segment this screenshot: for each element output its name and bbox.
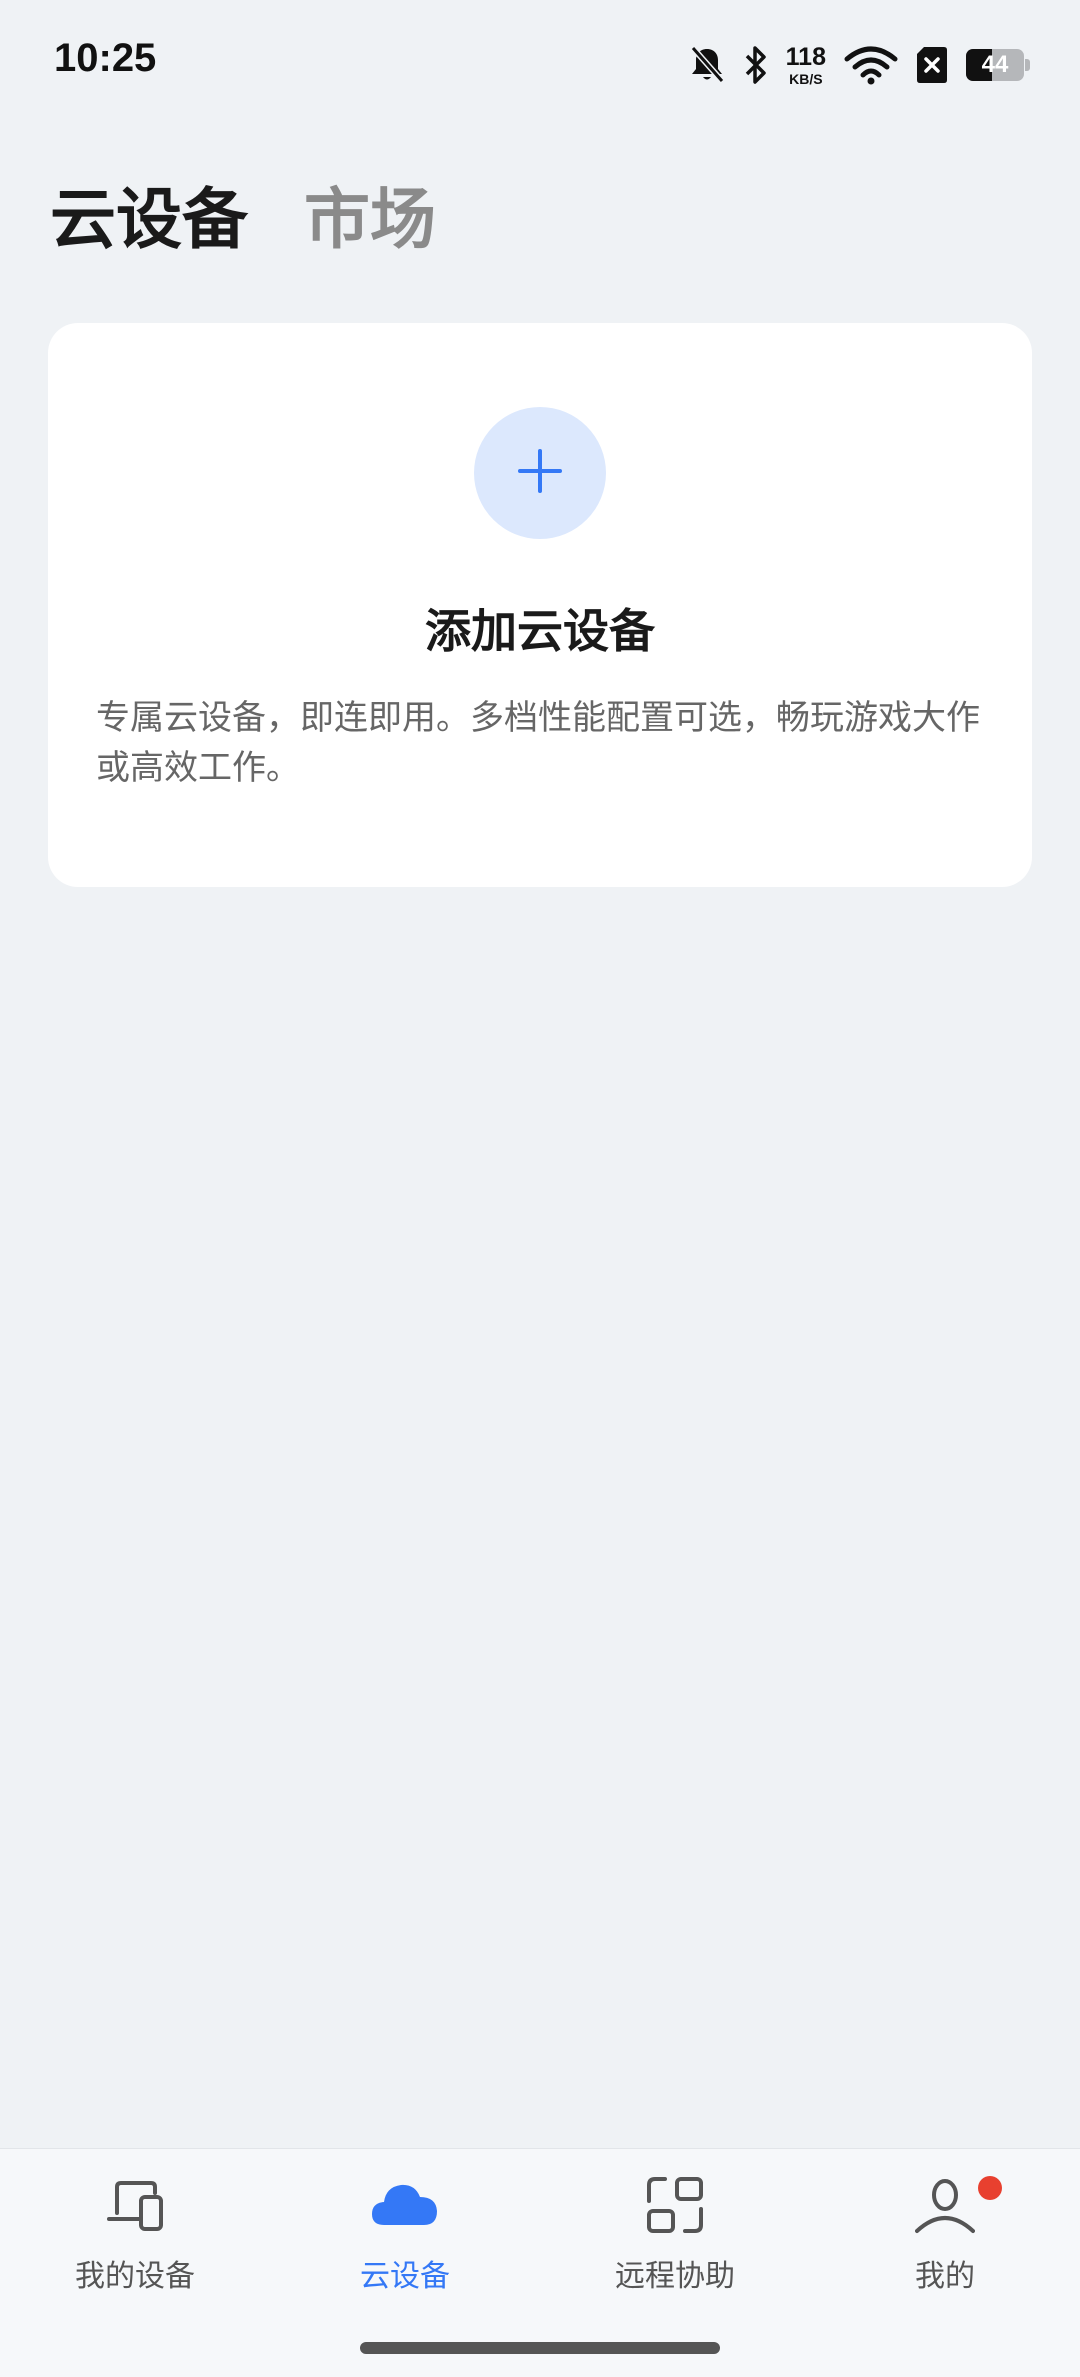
nav-item-me[interactable]: 我的	[810, 2149, 1080, 2299]
wifi-icon	[844, 45, 898, 85]
nav-label-cloud-devices: 云设备	[360, 2259, 450, 2294]
remote-assist-icon	[645, 2175, 705, 2235]
person-icon	[915, 2175, 975, 2235]
tab-market[interactable]: 市场	[304, 166, 436, 262]
bluetooth-icon	[744, 45, 768, 85]
nav-label-my-devices: 我的设备	[75, 2259, 195, 2294]
nav-item-remote-assist[interactable]: 远程协助	[540, 2149, 810, 2299]
status-time: 10:25	[54, 36, 157, 80]
add-cloud-device-card[interactable]: 添加云设备 专属云设备，即连即用。多档性能配置可选，畅玩游戏大作或高效工作。	[48, 323, 1032, 887]
sim-error-icon	[916, 45, 948, 85]
notification-badge	[978, 2176, 1002, 2200]
nav-item-my-devices[interactable]: 我的设备	[0, 2149, 270, 2299]
bell-off-icon	[688, 45, 726, 85]
net-speed-unit: KB/S	[789, 70, 823, 87]
devices-icon	[105, 2175, 165, 2235]
cloud-icon	[372, 2175, 437, 2235]
net-speed-value: 118	[785, 42, 826, 71]
battery-icon: 44	[966, 49, 1030, 81]
nav-label-remote-assist: 远程协助	[615, 2259, 735, 2294]
nav-item-cloud-devices[interactable]: 云设备	[270, 2149, 540, 2299]
battery-level: 44	[981, 51, 1009, 78]
top-tabs: 云设备 市场	[50, 166, 436, 262]
nav-label-me: 我的	[915, 2259, 975, 2294]
add-device-button[interactable]	[474, 407, 606, 539]
status-bar: 10:25 118 KB/S 44	[0, 0, 1080, 126]
status-icons: 118 KB/S 44	[688, 40, 1030, 90]
net-speed: 118 KB/S	[785, 42, 826, 87]
add-card-title: 添加云设备	[425, 604, 655, 658]
tab-cloud-devices[interactable]: 云设备	[50, 166, 248, 262]
add-card-description: 专属云设备，即连即用。多档性能配置可选，畅玩游戏大作或高效工作。	[96, 698, 980, 788]
plus-icon	[518, 449, 562, 497]
home-indicator[interactable]	[360, 2342, 720, 2354]
